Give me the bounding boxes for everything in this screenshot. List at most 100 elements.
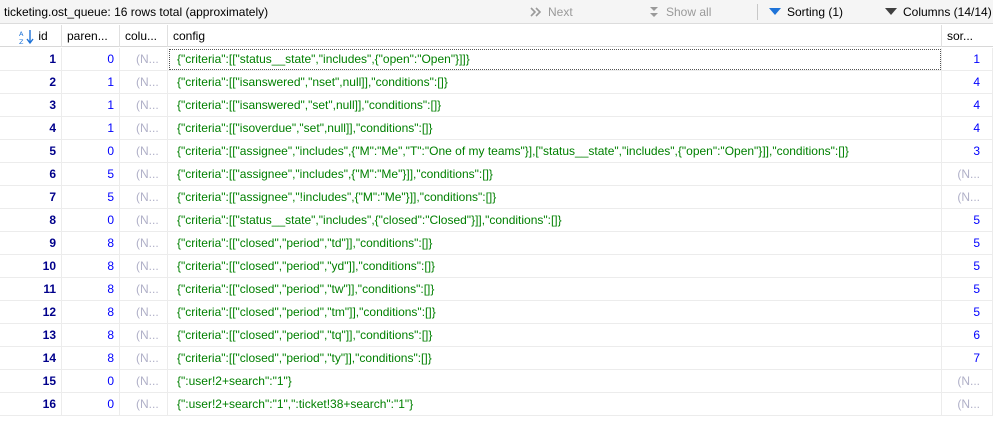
cell-sort[interactable]: 5: [942, 301, 993, 324]
cell-id[interactable]: 13: [0, 324, 62, 347]
cell-config[interactable]: {":user!2+search":"1"}: [168, 370, 942, 393]
cell-parent[interactable]: 8: [62, 232, 120, 255]
cell-parent[interactable]: 1: [62, 94, 120, 117]
cell-id[interactable]: 6: [0, 163, 62, 186]
table-row[interactable]: 6 5 (N... {"criteria":[["assignee","include…: [0, 163, 993, 186]
cell-sort[interactable]: (N...: [942, 393, 993, 416]
columns-button[interactable]: Columns (14/14): [884, 3, 992, 21]
cell-parent[interactable]: 5: [62, 163, 120, 186]
cell-sort[interactable]: 6: [942, 324, 993, 347]
cell-id[interactable]: 3: [0, 94, 62, 117]
cell-parent[interactable]: 8: [62, 301, 120, 324]
cell-parent[interactable]: 8: [62, 255, 120, 278]
table-row[interactable]: 3 1 (N... {"criteria":[["isanswered","set",…: [0, 94, 993, 117]
cell-sort[interactable]: 4: [942, 94, 993, 117]
cell-config[interactable]: {"criteria":[["closed","period","td"]],"…: [168, 232, 942, 255]
cell-parent[interactable]: 0: [62, 370, 120, 393]
cell-sort[interactable]: 5: [942, 278, 993, 301]
column-header-columns[interactable]: colu...: [120, 25, 168, 47]
cell-columns[interactable]: (N...: [120, 301, 168, 324]
table-row[interactable]: 13 8 (N... {"criteria":[["closed","period",…: [0, 324, 993, 347]
cell-config[interactable]: {"criteria":[["assignee","includes",{"M"…: [168, 163, 942, 186]
cell-parent[interactable]: 5: [62, 186, 120, 209]
table-row[interactable]: 14 8 (N... {"criteria":[["closed","period",…: [0, 347, 993, 370]
cell-id[interactable]: 12: [0, 301, 62, 324]
cell-parent[interactable]: 0: [62, 48, 120, 71]
cell-parent[interactable]: 0: [62, 209, 120, 232]
cell-config[interactable]: {"criteria":[["status__state","includes"…: [168, 48, 942, 71]
cell-parent[interactable]: 0: [62, 393, 120, 416]
cell-sort[interactable]: (N...: [942, 186, 993, 209]
cell-config[interactable]: {"criteria":[["closed","period","tq"]],"…: [168, 324, 942, 347]
cell-id[interactable]: 10: [0, 255, 62, 278]
column-header-config[interactable]: config: [168, 25, 942, 47]
cell-id[interactable]: 7: [0, 186, 62, 209]
cell-columns[interactable]: (N...: [120, 48, 168, 71]
table-row[interactable]: 7 5 (N... {"criteria":[["assignee","!includ…: [0, 186, 993, 209]
table-row[interactable]: 1 0 (N... {"criteria":[["status__state","in…: [0, 48, 993, 71]
cell-parent[interactable]: 1: [62, 117, 120, 140]
cell-id[interactable]: 14: [0, 347, 62, 370]
cell-config[interactable]: {"criteria":[["isanswered","nset",null]]…: [168, 71, 942, 94]
cell-id[interactable]: 1: [0, 48, 62, 71]
cell-config[interactable]: {"criteria":[["assignee","includes",{"M"…: [168, 140, 942, 163]
cell-id[interactable]: 16: [0, 393, 62, 416]
cell-sort[interactable]: 3: [942, 140, 993, 163]
cell-columns[interactable]: (N...: [120, 324, 168, 347]
cell-id[interactable]: 2: [0, 71, 62, 94]
table-row[interactable]: 15 0 (N... {":user!2+search":"1"} (N...: [0, 370, 993, 393]
cell-columns[interactable]: (N...: [120, 186, 168, 209]
cell-columns[interactable]: (N...: [120, 209, 168, 232]
cell-config[interactable]: {"criteria":[["closed","period","tm"]],"…: [168, 301, 942, 324]
cell-sort[interactable]: 5: [942, 209, 993, 232]
column-header-id[interactable]: A Z id: [0, 25, 62, 47]
cell-id[interactable]: 11: [0, 278, 62, 301]
cell-config[interactable]: {"criteria":[["closed","period","yd"]],"…: [168, 255, 942, 278]
cell-parent[interactable]: 0: [62, 140, 120, 163]
cell-config[interactable]: {":user!2+search":"1",":ticket!38+search…: [168, 393, 942, 416]
cell-columns[interactable]: (N...: [120, 71, 168, 94]
cell-sort[interactable]: (N...: [942, 163, 993, 186]
cell-id[interactable]: 4: [0, 117, 62, 140]
cell-columns[interactable]: (N...: [120, 232, 168, 255]
cell-columns[interactable]: (N...: [120, 117, 168, 140]
cell-columns[interactable]: (N...: [120, 255, 168, 278]
cell-parent[interactable]: 8: [62, 278, 120, 301]
cell-config[interactable]: {"criteria":[["closed","period","tw"]],"…: [168, 278, 942, 301]
cell-columns[interactable]: (N...: [120, 347, 168, 370]
cell-sort[interactable]: (N...: [942, 370, 993, 393]
next-button[interactable]: Next: [529, 3, 573, 21]
cell-columns[interactable]: (N...: [120, 278, 168, 301]
table-row[interactable]: 10 8 (N... {"criteria":[["closed","period",…: [0, 255, 993, 278]
cell-sort[interactable]: 4: [942, 71, 993, 94]
cell-sort[interactable]: 5: [942, 232, 993, 255]
table-row[interactable]: 5 0 (N... {"criteria":[["assignee","include…: [0, 140, 993, 163]
cell-columns[interactable]: (N...: [120, 140, 168, 163]
cell-sort[interactable]: 4: [942, 117, 993, 140]
cell-config[interactable]: {"criteria":[["assignee","!includes",{"M…: [168, 186, 942, 209]
cell-sort[interactable]: 7: [942, 347, 993, 370]
cell-columns[interactable]: (N...: [120, 393, 168, 416]
column-header-sort[interactable]: sor...: [942, 25, 993, 47]
cell-columns[interactable]: (N...: [120, 370, 168, 393]
table-row[interactable]: 11 8 (N... {"criteria":[["closed","period",…: [0, 278, 993, 301]
column-header-parent[interactable]: paren...: [62, 25, 120, 47]
table-row[interactable]: 2 1 (N... {"criteria":[["isanswered","nset"…: [0, 71, 993, 94]
table-row[interactable]: 12 8 (N... {"criteria":[["closed","period",…: [0, 301, 993, 324]
cell-id[interactable]: 8: [0, 209, 62, 232]
cell-config[interactable]: {"criteria":[["closed","period","ty"]],"…: [168, 347, 942, 370]
cell-sort[interactable]: 5: [942, 255, 993, 278]
sorting-button[interactable]: Sorting (1): [768, 3, 843, 21]
table-row[interactable]: 4 1 (N... {"criteria":[["isoverdue","set",n…: [0, 117, 993, 140]
cell-config[interactable]: {"criteria":[["isanswered","set",null]],…: [168, 94, 942, 117]
cell-id[interactable]: 9: [0, 232, 62, 255]
cell-parent[interactable]: 8: [62, 347, 120, 370]
show-all-button[interactable]: Show all: [647, 3, 711, 21]
table-row[interactable]: 16 0 (N... {":user!2+search":"1",":ticket!3…: [0, 393, 993, 416]
table-row[interactable]: 8 0 (N... {"criteria":[["status__state","in…: [0, 209, 993, 232]
cell-parent[interactable]: 1: [62, 71, 120, 94]
cell-parent[interactable]: 8: [62, 324, 120, 347]
table-row[interactable]: 9 8 (N... {"criteria":[["closed","period","…: [0, 232, 993, 255]
cell-id[interactable]: 5: [0, 140, 62, 163]
cell-sort[interactable]: 1: [942, 48, 993, 71]
